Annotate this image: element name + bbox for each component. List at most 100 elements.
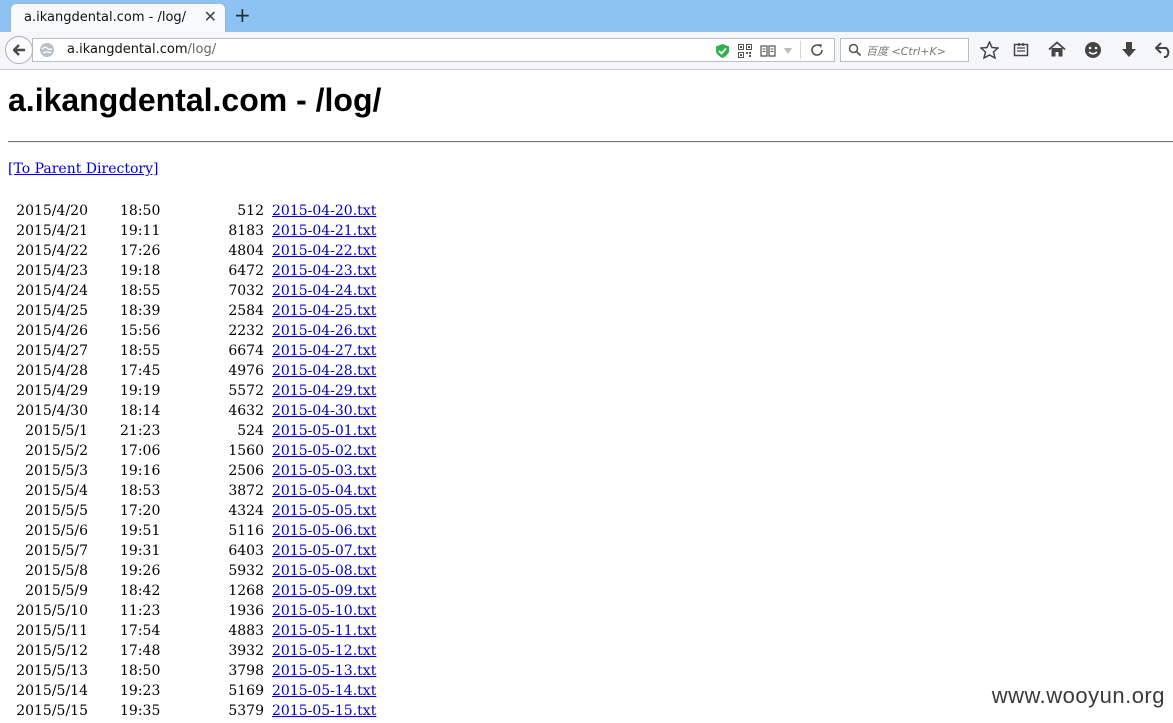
file-date: 2015/4/26 [16, 323, 88, 339]
file-time: 19:26 [120, 563, 161, 579]
file-link[interactable]: 2015-05-02.txt [272, 441, 376, 461]
file-time: 17:45 [120, 363, 161, 379]
table-row: 2015/5/5 17:20 4324 2015-05-05.txt [8, 501, 608, 521]
smiley-icon[interactable] [1084, 41, 1102, 59]
file-size: 4632 [228, 403, 264, 419]
table-row: 2015/5/10 11:23 1936 2015-05-10.txt [8, 601, 608, 621]
file-size: 4976 [228, 363, 264, 379]
undo-icon[interactable] [1155, 42, 1173, 58]
file-time: 17:20 [120, 503, 161, 519]
file-size: 4883 [228, 623, 264, 639]
bookmarks-list-icon[interactable] [1013, 42, 1029, 58]
site-identity-icon[interactable] [39, 42, 55, 58]
file-link[interactable]: 2015-04-24.txt [272, 281, 376, 301]
file-time: 19:23 [120, 683, 161, 699]
file-link[interactable]: 2015-05-06.txt [272, 521, 376, 541]
search-icon [848, 43, 862, 57]
search-placeholder: 百度 <Ctrl+K> [866, 45, 946, 58]
qr-code-icon[interactable] [738, 44, 752, 58]
page-title: a.ikangdental.com - /log/ [8, 82, 382, 118]
home-icon[interactable] [1048, 41, 1066, 58]
file-time: 19:18 [120, 263, 161, 279]
file-link[interactable]: 2015-04-30.txt [272, 401, 376, 421]
file-time: 18:42 [120, 583, 161, 599]
file-time: 18:39 [120, 303, 161, 319]
file-link[interactable]: 2015-05-03.txt [272, 461, 376, 481]
watermark: www.wooyun.org [991, 683, 1165, 708]
new-tab-icon[interactable]: + [234, 5, 251, 25]
file-size: 5932 [228, 563, 264, 579]
file-size: 2584 [228, 303, 264, 319]
file-link[interactable]: 2015-04-27.txt [272, 341, 376, 361]
file-date: 2015/5/11 [16, 623, 88, 639]
file-time: 18:53 [120, 483, 161, 499]
table-row: 2015/5/13 18:50 3798 2015-05-13.txt [8, 661, 608, 681]
tab-active[interactable]: a.ikangdental.com - /log/ ✕ [10, 3, 226, 32]
url-text[interactable]: a.ikangdental.com/log/ [67, 42, 216, 57]
file-date: 2015/5/5 [25, 503, 88, 519]
url-bar[interactable]: a.ikangdental.com/log/ [32, 38, 835, 62]
file-link[interactable]: 2015-04-25.txt [272, 301, 376, 321]
download-icon[interactable] [1121, 41, 1137, 59]
file-link[interactable]: 2015-05-13.txt [272, 661, 376, 681]
file-date: 2015/5/6 [25, 523, 88, 539]
file-link[interactable]: 2015-05-04.txt [272, 481, 376, 501]
table-row: 2015/5/8 19:26 5932 2015-05-08.txt [8, 561, 608, 581]
file-link[interactable]: 2015-04-21.txt [272, 221, 376, 241]
file-size: 6403 [228, 543, 264, 559]
file-time: 17:48 [120, 643, 161, 659]
file-time: 17:54 [120, 623, 161, 639]
file-link[interactable]: 2015-04-22.txt [272, 241, 376, 261]
file-time: 19:35 [120, 703, 161, 719]
file-time: 18:50 [120, 663, 161, 679]
file-link[interactable]: 2015-05-14.txt [272, 681, 376, 701]
file-link[interactable]: 2015-05-10.txt [272, 601, 376, 621]
file-date: 2015/5/14 [16, 683, 88, 699]
file-link[interactable]: 2015-04-28.txt [272, 361, 376, 381]
file-date: 2015/4/28 [16, 363, 88, 379]
table-row: 2015/5/6 19:51 5116 2015-05-06.txt [8, 521, 608, 541]
file-link[interactable]: 2015-05-09.txt [272, 581, 376, 601]
file-link[interactable]: 2015-05-05.txt [272, 501, 376, 521]
file-link[interactable]: 2015-05-12.txt [272, 641, 376, 661]
file-date: 2015/5/15 [16, 703, 88, 719]
file-link[interactable]: 2015-05-01.txt [272, 421, 376, 441]
file-link[interactable]: 2015-04-29.txt [272, 381, 376, 401]
file-size: 3932 [228, 643, 264, 659]
shield-check-icon[interactable] [715, 43, 730, 59]
file-link[interactable]: 2015-05-08.txt [272, 561, 376, 581]
file-time: 17:06 [120, 443, 161, 459]
file-link[interactable]: 2015-04-26.txt [272, 321, 376, 341]
table-row: 2015/4/27 18:55 6674 2015-04-27.txt [8, 341, 608, 361]
file-link[interactable]: 2015-05-07.txt [272, 541, 376, 561]
file-size: 5116 [228, 523, 264, 539]
table-row: 2015/4/25 18:39 2584 2015-04-25.txt [8, 301, 608, 321]
search-bar[interactable]: 百度 <Ctrl+K> [840, 38, 969, 62]
reload-icon[interactable] [810, 43, 824, 57]
tab-close-icon[interactable]: ✕ [204, 9, 217, 25]
file-size: 2506 [228, 463, 264, 479]
file-time: 18:55 [120, 343, 161, 359]
table-row: 2015/5/1 21:23 524 2015-05-01.txt [8, 421, 608, 441]
table-row: 2015/4/28 17:45 4976 2015-04-28.txt [8, 361, 608, 381]
file-link[interactable]: 2015-05-11.txt [272, 621, 376, 641]
bookmark-star-icon[interactable] [980, 41, 999, 59]
parent-directory-link[interactable]: [To Parent Directory] [8, 161, 158, 177]
file-link[interactable]: 2015-05-15.txt [272, 701, 376, 721]
reader-view-icon[interactable] [760, 44, 776, 58]
file-date: 2015/5/4 [25, 483, 88, 499]
file-size: 512 [237, 203, 264, 219]
back-arrow-icon [12, 44, 25, 56]
table-row: 2015/5/4 18:53 3872 2015-05-04.txt [8, 481, 608, 501]
file-date: 2015/4/20 [16, 203, 88, 219]
file-link[interactable]: 2015-04-23.txt [272, 261, 376, 281]
dropdown-arrow-icon[interactable] [783, 47, 793, 55]
table-row: 2015/5/12 17:48 3932 2015-05-12.txt [8, 641, 608, 661]
table-row: 2015/4/30 18:14 4632 2015-04-30.txt [8, 401, 608, 421]
file-date: 2015/5/10 [16, 603, 88, 619]
table-row: 2015/5/11 17:54 4883 2015-05-11.txt [8, 621, 608, 641]
file-date: 2015/5/1 [25, 423, 88, 439]
file-link[interactable]: 2015-04-20.txt [272, 201, 376, 221]
file-time: 19:11 [120, 223, 161, 239]
back-button[interactable] [5, 36, 33, 64]
